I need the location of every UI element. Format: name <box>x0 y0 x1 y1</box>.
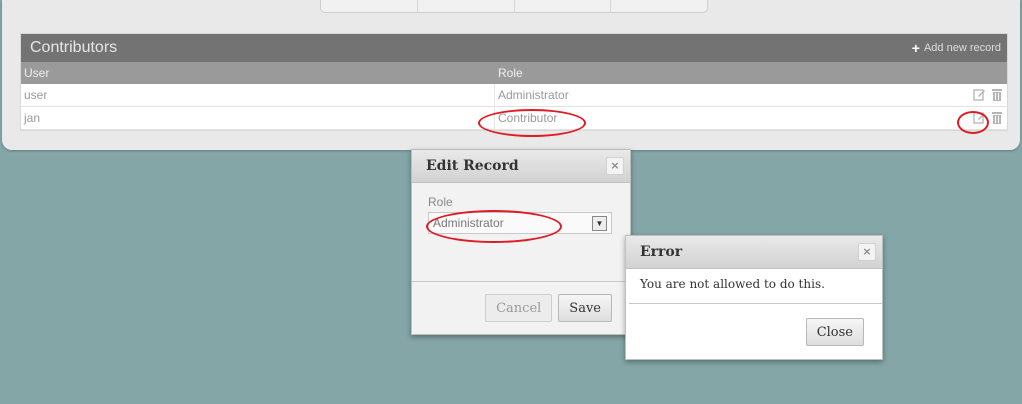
cell-user: user <box>21 84 495 106</box>
table-row[interactable]: user Administrator <box>21 84 1007 107</box>
dialog-title: Edit Record <box>426 158 519 174</box>
error-message: You are not allowed to do this. <box>640 277 825 291</box>
cell-user: jan <box>21 107 495 129</box>
annotation-circle-role <box>478 109 586 137</box>
add-record-button[interactable]: + Add new record <box>911 39 1001 56</box>
grid-title-bar: Contributors + Add new record <box>21 34 1007 62</box>
edit-record-dialog: Edit Record × Role Administrator ▼ Cance… <box>411 149 631 335</box>
add-record-label: Add new record <box>923 42 1001 54</box>
grid-title: Contributors <box>30 39 118 56</box>
dialog-title: Error <box>640 244 683 260</box>
trash-icon[interactable] <box>990 111 1003 124</box>
trash-icon[interactable] <box>990 88 1003 101</box>
dialog-header: Edit Record × <box>412 150 630 183</box>
role-field-label: Role <box>428 195 453 209</box>
error-dialog: Error × You are not allowed to do this. … <box>625 235 883 360</box>
close-button[interactable]: Close <box>805 318 864 346</box>
annotation-circle-edit <box>957 111 989 134</box>
chevron-down-icon[interactable]: ▼ <box>592 215 607 231</box>
close-icon[interactable]: × <box>858 243 876 261</box>
dialog-header: Error × <box>626 236 882 269</box>
plus-icon: + <box>911 39 920 56</box>
cell-role: Administrator <box>498 88 569 102</box>
close-icon[interactable]: × <box>606 157 624 175</box>
grid-header: User Role <box>21 62 1007 84</box>
column-header-role[interactable]: Role <box>495 66 1007 80</box>
tab-bar-remnant[interactable] <box>320 0 708 13</box>
column-header-user[interactable]: User <box>21 66 495 80</box>
cancel-button[interactable]: Cancel <box>485 294 553 322</box>
edit-icon[interactable] <box>973 88 986 101</box>
save-button[interactable]: Save <box>558 294 612 322</box>
annotation-circle-select <box>426 210 562 243</box>
